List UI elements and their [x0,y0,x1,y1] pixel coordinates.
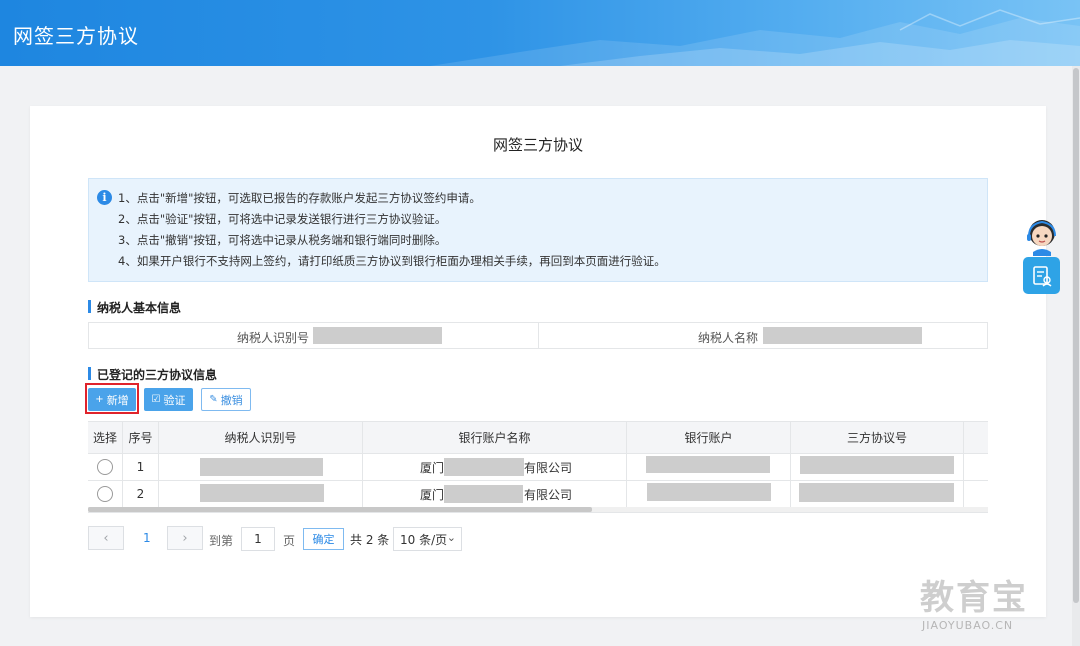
row-bank-account-cell [627,481,791,507]
table-row[interactable]: 2 厦门 有限公司 [88,481,988,508]
col-overflow [964,422,988,453]
col-bank-account-name: 银行账户名称 [363,422,627,453]
row-bank-account-cell [627,454,791,480]
col-agreement-no: 三方协议号 [791,422,964,453]
instructions-notice: i 1、点击"新增"按钮，可选取已报告的存款账户发起三方协议签约申请。 2、点击… [88,178,988,282]
col-taxpayer-id: 纳税人识别号 [159,422,363,453]
col-select: 选择 [88,422,123,453]
taxpayer-id-label: 纳税人识别号 [237,331,310,345]
table-horizontal-scrollbar[interactable] [88,507,988,512]
page-title: 网签三方协议 [492,136,583,154]
bank-name-prefix: 厦门 [420,460,445,475]
page-size-value: 10 条/页 [400,532,448,547]
page-unit-label: 页 [283,534,296,548]
col-bank-account: 银行账户 [627,422,791,453]
notice-line-4: 4、如果开户银行不支持网上签约，请打印纸质三方协议到银行柜面办理相关手续，再回到… [118,254,666,268]
bank-name-suffix: 有限公司 [524,487,573,502]
row-radio[interactable] [97,486,113,502]
bank-account-redacted [647,483,771,501]
info-divider [538,323,539,348]
notice-line-3: 3、点击"撤销"按钮，可将选中记录从税务端和银行端同时删除。 [118,233,447,247]
bank-name-suffix: 有限公司 [524,460,573,475]
row-agreement-no-cell [791,454,964,480]
app-header: 网签三方协议 [0,0,1080,66]
checkbox-icon: ☑ [151,394,161,405]
row-index: 1 [123,454,159,480]
verify-button-label: 验证 [163,393,186,407]
agreement-table: 选择 序号 纳税人识别号 银行账户名称 银行账户 三方协议号 1 厦门 有限公司… [88,421,988,513]
agreement-no-redacted [799,483,954,502]
table-scrollbar-thumb[interactable] [88,507,592,512]
row-radio[interactable] [97,459,113,475]
next-page-button[interactable]: › [167,526,203,550]
goto-label: 到第 [209,534,234,548]
col-index: 序号 [123,422,159,453]
watermark-logo: 教育宝 JIAOYUBAO.CN [920,570,1028,632]
great-wall-banner-image [430,9,1080,66]
prev-page-button[interactable]: ‹ [88,526,124,550]
row-select-cell[interactable] [88,454,123,480]
agreement-no-redacted [800,456,954,474]
bank-name-prefix: 厦门 [420,487,445,502]
notice-line-2: 2、点击"验证"按钮，可将选中记录发送银行进行三方协议验证。 [118,212,447,226]
confirm-page-button[interactable]: 确定 [303,528,344,550]
taxpayer-id-redacted [200,484,324,502]
app-title: 网签三方协议 [13,24,139,48]
row-bank-name-cell: 厦门 有限公司 [363,454,627,480]
info-icon: i [97,190,112,205]
notice-line-1: 1、点击"新增"按钮，可选取已报告的存款账户发起三方协议签约申请。 [118,191,481,205]
pencil-icon: ✎ [209,394,218,405]
table-row[interactable]: 1 厦门 有限公司 [88,454,988,481]
agreement-section-title: 已登记的三方协议信息 [88,366,217,383]
total-count: 共 2 条 [350,533,390,547]
chevron-down-icon: ⌄ [446,531,456,544]
assistant-avatar-icon[interactable] [1021,216,1065,256]
row-taxpayer-id-cell [159,454,363,480]
row-select-cell[interactable] [88,481,123,507]
side-button-glyph [1032,265,1051,287]
bank-name-redacted [444,458,524,476]
bank-name-redacted [444,485,523,503]
taxpayer-section-title: 纳税人基本信息 [88,299,181,316]
row-agreement-no-cell [791,481,964,507]
add-button-highlight [85,383,139,414]
watermark-en: JIAOYUBAO.CN [922,619,1014,632]
page-number-input[interactable] [241,527,275,551]
table-header-row: 选择 序号 纳税人识别号 银行账户名称 银行账户 三方协议号 [88,422,988,454]
verify-button[interactable]: ☑ 验证 [144,388,193,411]
revoke-button-label: 撤销 [220,393,243,407]
taxpayer-id-redacted [313,327,442,344]
current-page[interactable]: 1 [143,531,151,545]
page-size-select[interactable]: 10 条/页 ⌄ [393,527,462,551]
revoke-button[interactable]: ✎ 撤销 [201,388,251,411]
row-index: 2 [123,481,159,507]
bank-account-redacted [646,456,770,473]
taxpayer-info-table: 纳税人识别号 纳税人名称 [88,322,988,349]
taxpayer-name-redacted [763,327,922,344]
watermark-cn: 教育宝 [920,578,1028,618]
row-bank-name-cell: 厦门 有限公司 [363,481,627,507]
taxpayer-name-label: 纳税人名称 [698,331,759,345]
taxpayer-id-redacted [200,458,323,476]
document-person-icon[interactable] [1023,257,1060,294]
row-taxpayer-id-cell [159,481,363,507]
